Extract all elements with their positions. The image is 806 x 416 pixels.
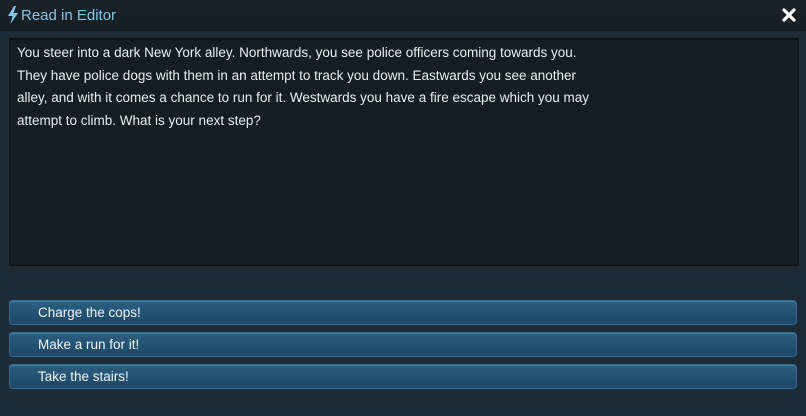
choice-label: Make a run for it! <box>38 337 140 352</box>
read-in-editor-window: Read in Editor You steer into a dark New… <box>0 0 806 416</box>
choice-label: Charge the cops! <box>38 305 141 320</box>
choice-button-make-a-run[interactable]: Make a run for it! <box>9 332 797 357</box>
story-text: You steer into a dark New York alley. No… <box>17 42 617 132</box>
choice-label: Take the stairs! <box>38 369 129 384</box>
choice-button-charge-the-cops[interactable]: Charge the cops! <box>9 300 797 325</box>
story-line: attempt to climb. What is your next step… <box>17 112 261 128</box>
title-bar: Read in Editor <box>0 0 806 31</box>
story-line: You steer into a dark New York alley. No… <box>17 45 577 60</box>
story-line: alley, and with it comes a chance to run… <box>17 90 590 105</box>
story-text-panel: You steer into a dark New York alley. No… <box>9 38 799 266</box>
close-x-icon[interactable] <box>780 6 798 24</box>
lightning-bolt-icon <box>7 6 19 24</box>
choice-list: Charge the cops! Make a run for it! Take… <box>9 300 797 396</box>
story-line: They have police dogs with them in an at… <box>17 67 577 83</box>
choice-button-take-the-stairs[interactable]: Take the stairs! <box>9 364 797 389</box>
window-title: Read in Editor <box>21 7 117 24</box>
